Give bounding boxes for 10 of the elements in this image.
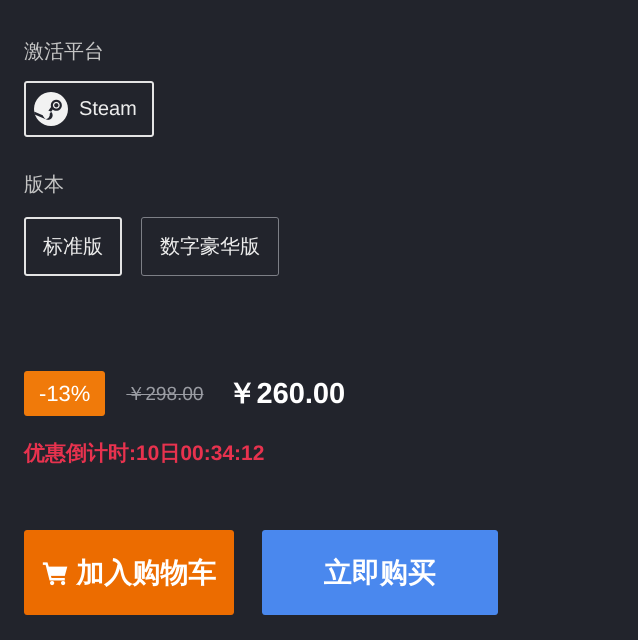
- edition-option[interactable]: 数字豪华版: [141, 217, 279, 276]
- original-price: ￥298.00: [126, 382, 204, 406]
- steam-logo-icon: [34, 92, 68, 126]
- current-price: ￥260.00: [227, 376, 346, 412]
- edition-option[interactable]: 标准版: [24, 217, 122, 276]
- platform-option[interactable]: Steam: [24, 81, 154, 137]
- countdown-text: 优惠倒计时:10日00:34:12: [24, 441, 264, 467]
- section-label: 版本: [24, 173, 64, 197]
- section-label: 激活平台: [24, 40, 104, 64]
- discount-badge: -13%: [24, 371, 106, 416]
